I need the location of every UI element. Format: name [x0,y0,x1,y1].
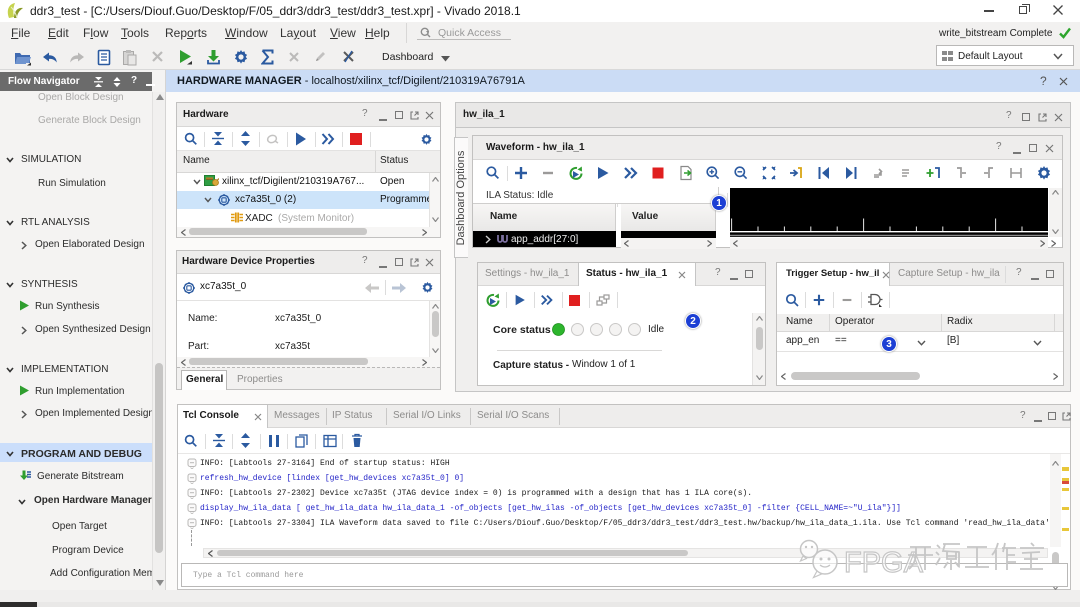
svg-text:FPGA: FPGA [844,547,924,579]
